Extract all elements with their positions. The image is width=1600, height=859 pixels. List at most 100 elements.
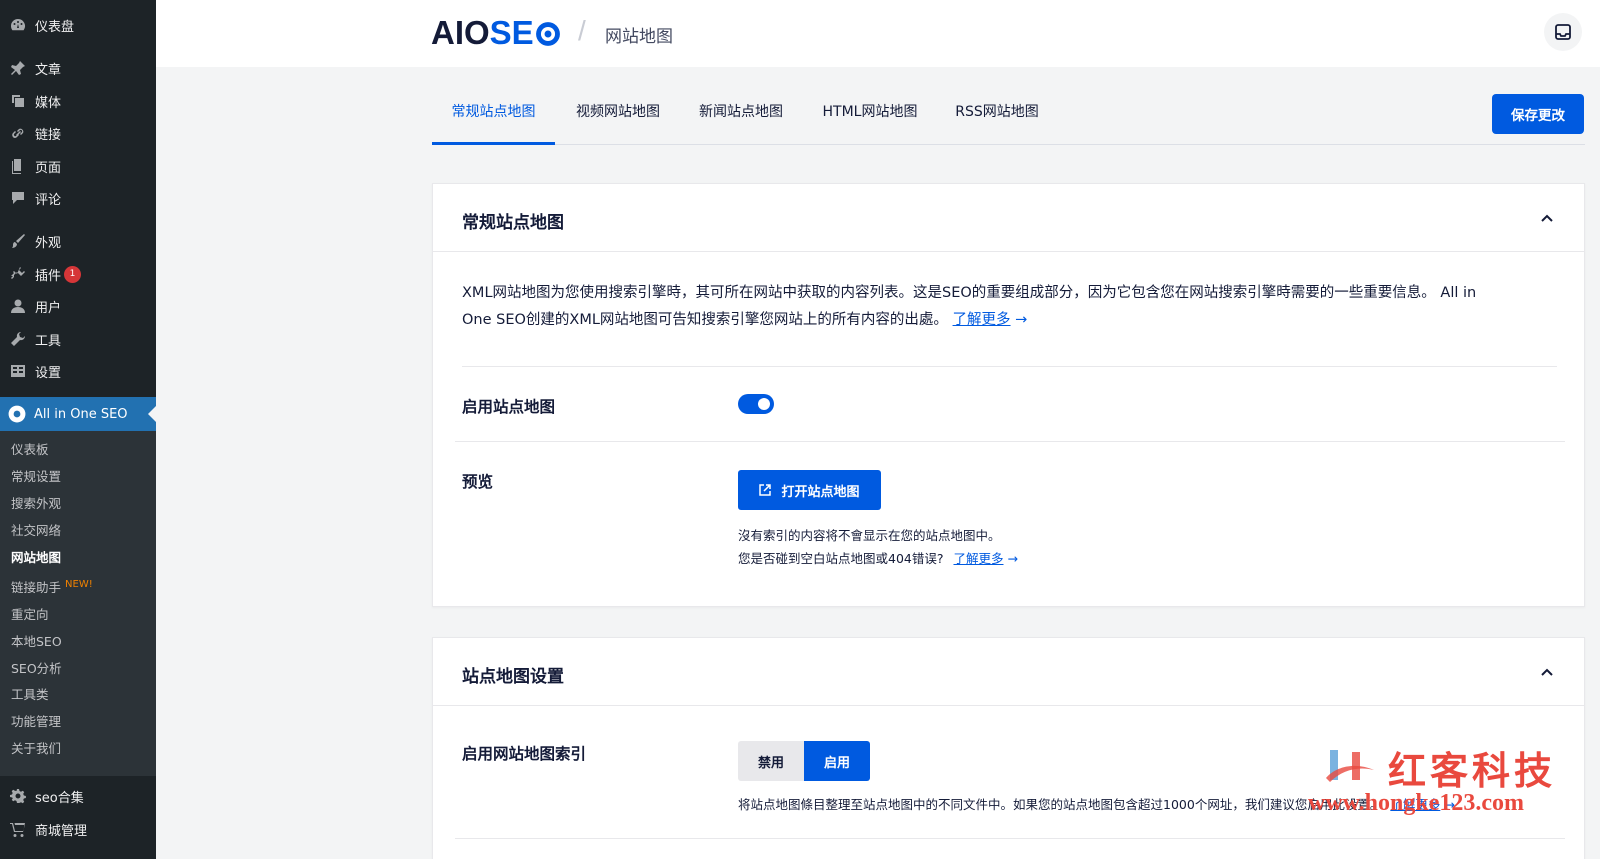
card-header[interactable]: 站点地图设置 <box>433 638 1584 706</box>
new-tag: NEW! <box>65 579 93 590</box>
sidebar-item-appearance[interactable]: 外观 <box>0 226 156 256</box>
watermark-url: www.hongke123.com <box>1308 790 1525 816</box>
card-title: 常规站点地图 <box>462 213 564 233</box>
sidebar-item-aioseo[interactable]: All in One SEO <box>0 397 156 431</box>
top-header: AIOSE / 网站地图 <box>156 0 1600 67</box>
sidebar-item-label: 设置 <box>35 365 62 381</box>
sidebar-item-label: 评论 <box>35 192 62 208</box>
wrench-icon <box>9 330 27 348</box>
enable-sitemap-index-button[interactable]: 启用 <box>804 741 870 781</box>
pin-icon <box>9 59 27 77</box>
submenu-item-general-settings[interactable]: 常规设置 <box>11 467 61 487</box>
learn-more-link[interactable]: 了解更多 <box>953 551 1003 566</box>
sidebar-item-label: 用户 <box>35 300 62 316</box>
learn-more-link[interactable]: 了解更多 <box>953 312 1011 328</box>
page-title: 网站地图 <box>605 27 673 47</box>
sidebar-item-label: 媒体 <box>35 95 62 111</box>
sidebar-item-pages[interactable]: 页面 <box>0 151 156 181</box>
chevron-up-icon[interactable] <box>1540 664 1554 678</box>
submenu-item-local-seo[interactable]: 本地SEO <box>11 632 62 652</box>
description-line-2: One SEO创建的XML网站地图可告知搜索引擎您网站上的所有内容的出處。 <box>462 312 948 328</box>
sidebar-item-plugins[interactable]: 插件 1 <box>0 259 156 289</box>
submenu-item-link-assistant[interactable]: 链接助手 NEW! <box>11 578 93 598</box>
divider <box>455 441 1565 442</box>
sidebar-item-settings[interactable]: 设置 <box>0 356 156 386</box>
sidebar-item-posts[interactable]: 文章 <box>0 53 156 83</box>
sidebar-item-dashboard[interactable]: 仪表盘 <box>0 10 156 40</box>
open-sitemap-button[interactable]: 打开站点地图 <box>738 470 881 510</box>
sitemap-index-label: 启用网站地图索引 <box>462 745 587 763</box>
submenu-item-tools[interactable]: 工具类 <box>11 685 49 705</box>
submenu-item-sitemaps[interactable]: 网站地图 <box>11 548 61 568</box>
divider <box>462 366 1557 367</box>
sidebar-item-media[interactable]: 媒体 <box>0 86 156 116</box>
sidebar-item-label: 页面 <box>35 160 62 176</box>
sidebar-item-label: 链接 <box>35 127 62 143</box>
update-count-badge: 1 <box>64 265 82 283</box>
enable-sitemap-label: 启用站点地图 <box>462 398 556 416</box>
sitemap-description: XML网站地图为您使用搜索引擎時，其可所在网站中获取的内容列表。这是SEO的重要… <box>462 280 1552 334</box>
sidebar-item-seo-collection[interactable]: seo合集 <box>0 781 156 811</box>
sidebar-item-label: 工具 <box>35 333 62 349</box>
enable-sitemap-toggle[interactable] <box>738 394 774 414</box>
dashboard-icon <box>9 16 27 34</box>
sidebar-item-label: 插件 <box>35 268 62 284</box>
aioseo-logo: AIOSE <box>431 14 561 52</box>
sidebar-item-users[interactable]: 用户 <box>0 291 156 321</box>
save-changes-button[interactable]: 保存更改 <box>1492 94 1584 134</box>
chevron-up-icon[interactable] <box>1540 210 1554 224</box>
admin-sidebar: 仪表盘 文章 媒体 链接 页面 评论 外观 插件 1 用户 工具 设置 All … <box>0 0 156 859</box>
tab-general-sitemap[interactable]: 常规站点地图 <box>432 95 555 145</box>
sitemap-tabs: 常规站点地图 视频网站地图 新闻站点地图 HTML网站地图 RSS网站地图 <box>432 95 1585 145</box>
submenu-item-social-networks[interactable]: 社交网络 <box>11 521 61 541</box>
sitemap-index-note-text: 将站点地图條目整理至站点地图中的不同文件中。如果您的站点地图包含超过1000个网… <box>738 797 1383 812</box>
aioseo-submenu: 仪表板 常规设置 搜索外观 社交网络 网站地图 链接助手 NEW! 重定向 本地S… <box>0 431 156 776</box>
submenu-item-about-us[interactable]: 关于我们 <box>11 739 61 759</box>
general-sitemap-card: 常规站点地图 XML网站地图为您使用搜索引擎時，其可所在网站中获取的内容列表。这… <box>432 183 1585 607</box>
link-icon <box>9 124 27 142</box>
sidebar-item-comments[interactable]: 评论 <box>0 183 156 213</box>
sidebar-item-tools[interactable]: 工具 <box>0 324 156 354</box>
aioseo-gear-icon <box>8 405 26 423</box>
page-icon <box>9 157 27 175</box>
gear-icon <box>9 787 27 805</box>
plugin-icon <box>9 265 27 283</box>
logo-aio-text: AIO <box>431 14 490 51</box>
disable-sitemap-index-button[interactable]: 禁用 <box>738 741 804 781</box>
tab-rss-sitemap[interactable]: RSS网站地图 <box>948 95 1046 145</box>
user-icon <box>9 297 27 315</box>
sidebar-item-label: 外观 <box>35 235 62 251</box>
header-separator: / <box>578 15 586 46</box>
preview-help-text: 您是否碰到空白站点地图或404错误? <box>738 551 944 566</box>
preview-note: 沒有索引的内容将不會显示在您的站点地图中。 <box>738 528 1001 543</box>
sidebar-item-label: 仪表盘 <box>35 19 75 35</box>
submenu-item-label: 链接助手 <box>11 580 62 595</box>
card-header[interactable]: 常规站点地图 <box>433 184 1584 252</box>
watermark: 红客科技 www.hongke123.com <box>1308 740 1578 830</box>
arrow-right-icon: → <box>1007 551 1018 566</box>
inbox-icon <box>1555 24 1571 40</box>
submenu-item-search-appearance[interactable]: 搜索外观 <box>11 494 61 514</box>
brush-icon <box>9 232 27 250</box>
sidebar-item-links[interactable]: 链接 <box>0 118 156 148</box>
submenu-item-redirects[interactable]: 重定向 <box>11 605 49 625</box>
external-link-icon <box>759 484 772 496</box>
divider <box>455 838 1565 839</box>
toggle-knob <box>758 398 770 410</box>
logo-gear-icon <box>535 22 560 46</box>
tab-html-sitemap[interactable]: HTML网站地图 <box>815 95 925 145</box>
submenu-item-feature-manager[interactable]: 功能管理 <box>11 712 61 732</box>
settings-icon <box>9 362 27 380</box>
tab-video-sitemap[interactable]: 视频网站地图 <box>568 95 668 145</box>
submenu-item-seo-analysis[interactable]: SEO分析 <box>11 659 62 679</box>
watermark-text: 红客科技 <box>1388 748 1557 793</box>
sidebar-item-shop-management[interactable]: 商城管理 <box>0 814 156 844</box>
watermark-logo-icon <box>1326 750 1374 782</box>
logo-seo-text: SE <box>489 14 534 51</box>
comment-icon <box>9 189 27 207</box>
preview-label: 预览 <box>462 473 494 491</box>
description-line-1: XML网站地图为您使用搜索引擎時，其可所在网站中获取的内容列表。这是SEO的重要… <box>462 285 1477 301</box>
help-button[interactable] <box>1544 13 1582 51</box>
tab-news-sitemap[interactable]: 新闻站点地图 <box>691 95 791 145</box>
submenu-item-dashboard[interactable]: 仪表板 <box>11 440 49 460</box>
